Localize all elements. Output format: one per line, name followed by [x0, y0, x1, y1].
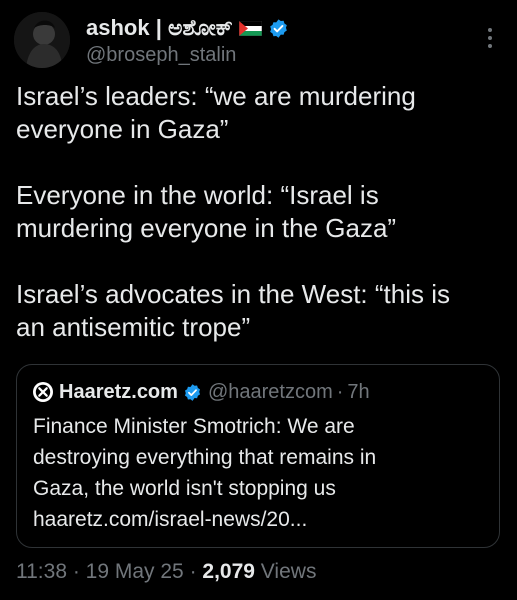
verified-badge-icon [184, 383, 200, 401]
quote-timestamp[interactable]: 7h [347, 381, 369, 404]
quote-header: Haaretz.com @haaretzcom · 7h [33, 379, 483, 405]
author-info: ashok | ಅಶೋಕ್ @broseph_stalin [86, 14, 289, 67]
author-handle[interactable]: @broseph_stalin [86, 44, 289, 67]
more-options-icon[interactable] [487, 26, 493, 50]
author-display-name[interactable]: ashok | ಅಶೋಕ್ [86, 15, 233, 41]
tweet-time[interactable]: 11:38 [16, 560, 67, 583]
palestine-flag-icon [238, 20, 262, 36]
quote-author-name[interactable]: Haaretz.com [59, 381, 178, 404]
separator-dot: · [183, 560, 203, 583]
tweet-meta: 11:38 · 19 May 25 · 2,079 Views [16, 560, 316, 584]
views-count[interactable]: 2,079 [202, 560, 255, 583]
separator-dot: · [67, 560, 86, 583]
tweet-date[interactable]: 19 May 25 [86, 560, 184, 583]
quote-text: Finance Minister Smotrich: We are destro… [33, 415, 377, 531]
separator-dot: · [336, 380, 344, 403]
quote-author-handle[interactable]: @haaretzcom [208, 381, 333, 404]
tweet-paragraph: Everyone in the world: “Israel is murder… [16, 180, 397, 243]
tweet-header: ashok | ಅಶೋಕ್ @broseph_stalin [14, 12, 503, 72]
tweet-paragraph: Israel’s advocates in the West: “this is… [16, 279, 451, 342]
quoted-tweet-card[interactable]: Haaretz.com @haaretzcom · 7h Finance Min… [16, 364, 500, 548]
views-label: Views [254, 560, 317, 583]
verified-badge-icon[interactable] [268, 18, 289, 39]
avatar[interactable] [14, 12, 70, 68]
tweet-paragraph: Israel’s leaders: “we are murdering ever… [16, 81, 416, 144]
tweet-body: Israel’s leaders: “we are murdering ever… [16, 80, 506, 377]
avatar-image [14, 12, 70, 68]
haaretz-logo-icon [33, 382, 53, 402]
